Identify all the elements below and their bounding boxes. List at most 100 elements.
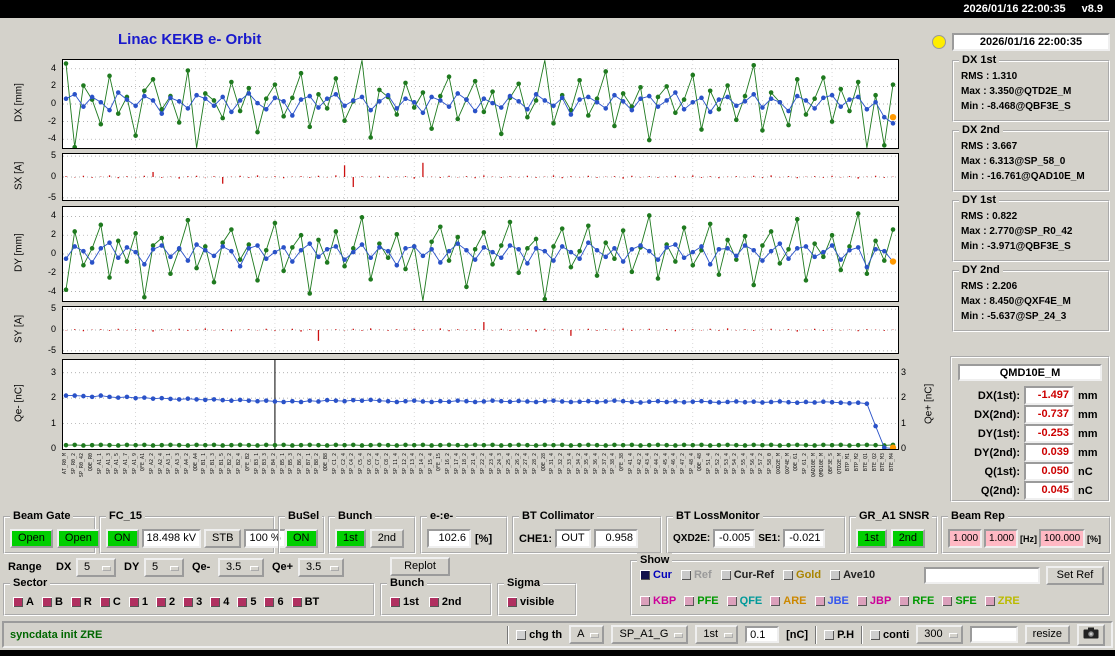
checkbox-box[interactable]: [684, 596, 695, 606]
ph-checkbox[interactable]: P.H: [824, 629, 854, 641]
show-checkbox-cur-ref[interactable]: Cur-Ref: [720, 569, 774, 581]
sy-steering-chart[interactable]: [62, 306, 899, 354]
sigma-checkbox-visible[interactable]: visible: [507, 596, 554, 608]
checkbox-box[interactable]: [291, 597, 302, 607]
dx-orbit-chart[interactable]: [62, 59, 899, 149]
element-name-label: SP_A1_3: [105, 453, 112, 475]
sx-steering-chart[interactable]: [62, 153, 899, 201]
checkbox-box[interactable]: [640, 596, 650, 606]
checkbox-box[interactable]: [640, 570, 650, 580]
checkbox-box[interactable]: [830, 570, 841, 580]
sector-checkbox-2[interactable]: 2: [155, 596, 175, 608]
gr-snsr-2nd-button[interactable]: 2nd: [890, 529, 926, 548]
checkbox-box[interactable]: [814, 596, 825, 606]
fc15-group: FC_15 ON 18.498 kV STB 100 %: [99, 509, 286, 554]
checkbox-box[interactable]: [128, 597, 139, 607]
blank-input[interactable]: [969, 626, 1018, 643]
threshold-input[interactable]: [745, 626, 780, 643]
axis-tick-label: -2: [47, 266, 56, 277]
interval-dropdown[interactable]: 300: [916, 625, 963, 644]
checkbox-box[interactable]: [507, 597, 517, 607]
beam-gate-open-button-2[interactable]: Open: [56, 529, 100, 548]
gr-snsr-1st-button[interactable]: 1st: [856, 529, 887, 548]
sector-checkbox-1[interactable]: 1: [128, 596, 148, 608]
checkbox-box[interactable]: [428, 597, 439, 607]
sector-checkbox-c[interactable]: C: [99, 596, 121, 608]
element-name-label: SP_B4_2: [270, 453, 277, 475]
bunch-dropdown[interactable]: 1st: [695, 625, 739, 644]
bunch-2nd-button[interactable]: 2nd: [369, 529, 405, 548]
checkbox-box[interactable]: [856, 596, 867, 606]
chg-th-checkbox[interactable]: chg th: [516, 629, 562, 641]
show-checkbox-ref[interactable]: Ref: [680, 569, 712, 581]
show-checkbox-gold[interactable]: Gold: [783, 569, 821, 581]
range-dy-dropdown[interactable]: 5: [144, 558, 184, 577]
checkbox-box[interactable]: [264, 597, 275, 607]
checkbox-box[interactable]: [680, 570, 691, 580]
checkbox-box[interactable]: [390, 597, 400, 607]
checkbox-box[interactable]: [824, 629, 835, 640]
checkbox-box[interactable]: [770, 596, 781, 606]
checkbox-box[interactable]: [13, 597, 23, 607]
range-qep-dropdown[interactable]: 3.5: [298, 558, 344, 577]
checkbox-box[interactable]: [237, 597, 248, 607]
sector-checkbox-5[interactable]: 5: [237, 596, 256, 608]
device-dropdown[interactable]: SP_A1_G: [611, 625, 689, 644]
ee-ratio-label: e-:e-: [427, 509, 457, 523]
checkbox-box[interactable]: [210, 597, 221, 607]
checkbox-box[interactable]: [41, 597, 52, 607]
checkbox-box[interactable]: [183, 597, 194, 607]
checkbox-box[interactable]: [726, 596, 737, 606]
sector-checkbox-4[interactable]: 4: [210, 596, 229, 608]
bunch-1st-button[interactable]: 1st: [335, 529, 366, 548]
show-checkbox-ave10[interactable]: Ave10: [830, 569, 875, 581]
checkbox-box[interactable]: [899, 596, 910, 606]
checkbox-box[interactable]: [942, 596, 953, 606]
conti-checkbox[interactable]: conti: [870, 629, 909, 641]
range-qem-dropdown[interactable]: 3.5: [218, 558, 264, 577]
show-checkbox-jbp[interactable]: JBP: [856, 595, 891, 607]
sector-checkbox-r[interactable]: R: [70, 596, 92, 608]
element-name-label: SP_56_4: [749, 453, 756, 475]
bunch-checkbox-2nd[interactable]: 2nd: [428, 596, 461, 608]
set-ref-button[interactable]: Set Ref: [1046, 566, 1104, 585]
checkbox-box[interactable]: [870, 629, 881, 640]
show-checkbox-sfe[interactable]: SFE: [942, 595, 977, 607]
bunch-checkbox-1st[interactable]: 1st: [390, 596, 419, 608]
show-checkbox-kbp[interactable]: KBP: [640, 595, 676, 607]
sector-checkbox-b[interactable]: B: [41, 596, 63, 608]
sector-checkbox-bt[interactable]: BT: [291, 596, 319, 608]
checkbox-box[interactable]: [720, 570, 731, 580]
show-checkbox-are[interactable]: ARE: [770, 595, 807, 607]
show-checkbox-pfe[interactable]: PFE: [684, 595, 719, 607]
bunch-select-group: Bunch 1st 2nd: [380, 576, 492, 616]
screenshot-button[interactable]: [1077, 623, 1105, 646]
show-checkbox-qfe[interactable]: QFE: [726, 595, 762, 607]
replot-button[interactable]: Replot: [390, 557, 450, 576]
checkbox-box[interactable]: [516, 629, 527, 640]
charge-chart[interactable]: [62, 359, 899, 450]
checkbox-box[interactable]: [984, 596, 995, 606]
checkbox-box[interactable]: [70, 597, 81, 607]
checkbox-box[interactable]: [99, 597, 110, 607]
mode-dropdown[interactable]: A: [569, 625, 605, 644]
show-checkbox-zre[interactable]: ZRE: [984, 595, 1020, 607]
range-label: Range: [8, 561, 42, 573]
checkbox-box[interactable]: [155, 597, 166, 607]
show-checkbox-rfe[interactable]: RFE: [899, 595, 934, 607]
fc15-on-button[interactable]: ON: [106, 529, 139, 548]
ref-name-input[interactable]: [924, 567, 1040, 584]
resize-button[interactable]: resize: [1024, 625, 1070, 644]
show-checkbox-jbe[interactable]: JBE: [814, 595, 849, 607]
show-checkbox-cur[interactable]: Cur: [640, 569, 672, 581]
fc15-stb-button[interactable]: STB: [204, 529, 242, 548]
dy-orbit-chart[interactable]: [62, 206, 899, 302]
checkbox-box[interactable]: [783, 570, 794, 580]
sector-checkbox-3[interactable]: 3: [183, 596, 202, 608]
sector-checkbox-6[interactable]: 6: [264, 596, 284, 608]
range-dx-dropdown[interactable]: 5: [76, 558, 116, 577]
sector-checkbox-a[interactable]: A: [13, 596, 34, 608]
element-name-label: SP_37_2: [601, 453, 608, 475]
beam-gate-open-button-1[interactable]: Open: [10, 529, 53, 548]
busel-on-button[interactable]: ON: [285, 529, 318, 548]
